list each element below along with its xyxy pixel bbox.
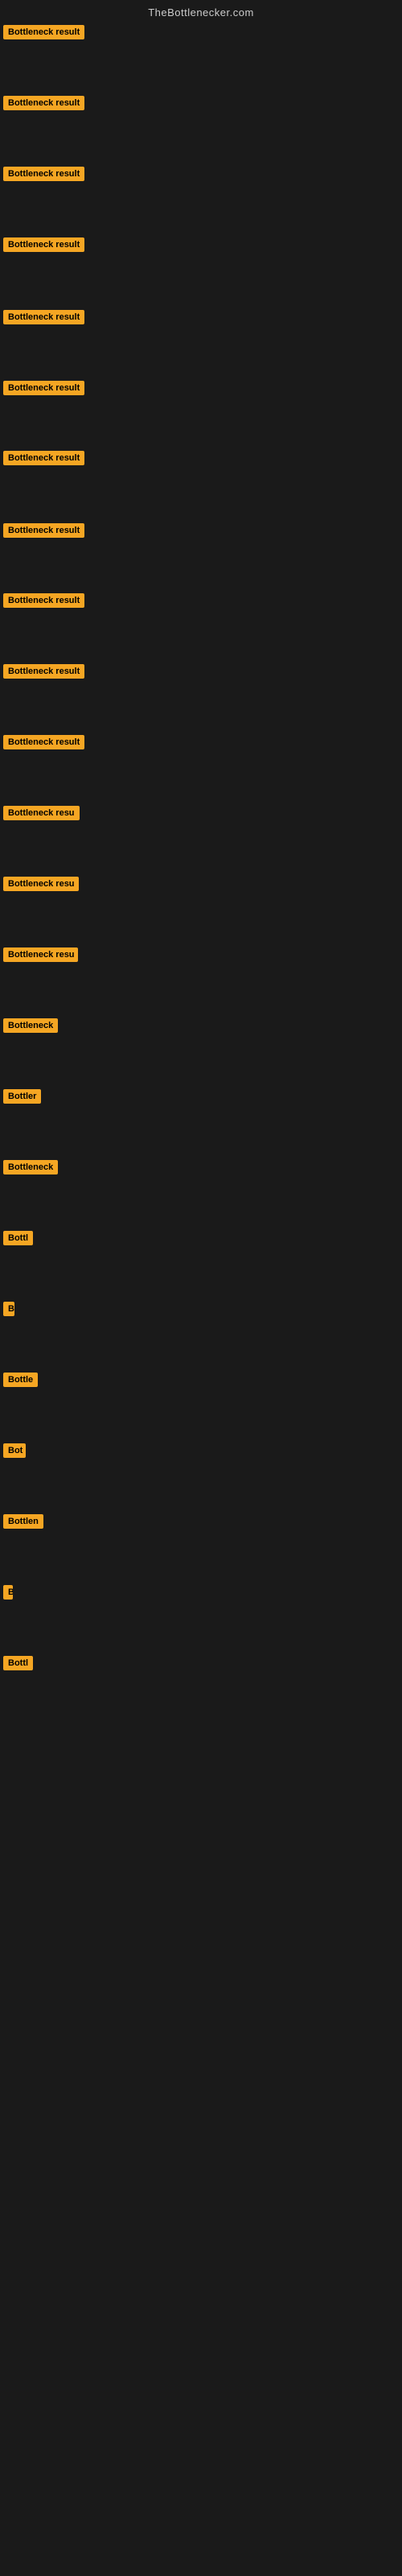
bottleneck-badge-9: Bottleneck result [3,593,84,612]
bottleneck-badge-23: B [3,1585,13,1604]
bottleneck-badge-22: Bottlen [3,1514,43,1533]
bottleneck-badge-18: Bottl [3,1231,33,1249]
site-header: TheBottlenecker.com [0,0,402,25]
bottleneck-badge-12: Bottleneck resu [3,806,80,824]
bottleneck-badge-5: Bottleneck result [3,310,84,328]
site-title: TheBottlenecker.com [0,0,402,25]
bottleneck-badge-13: Bottleneck resu [3,877,79,895]
bottleneck-badge-6: Bottleneck result [3,381,84,399]
badges-container: Bottleneck result Bottleneck result Bottle… [0,25,402,2561]
bottleneck-badge-14: Bottleneck resu [3,947,78,966]
bottleneck-badge-2: Bottleneck result [3,96,84,114]
bottleneck-badge-7: Bottleneck result [3,451,84,469]
bottleneck-badge-1: Bottleneck result [3,25,84,43]
bottleneck-badge-20: Bottle [3,1373,38,1391]
bottleneck-badge-8: Bottleneck result [3,523,84,542]
bottleneck-badge-10: Bottleneck result [3,664,84,683]
bottleneck-badge-16: Bottler [3,1089,41,1108]
bottleneck-badge-15: Bottleneck [3,1018,58,1037]
bottleneck-badge-11: Bottleneck result [3,735,84,753]
bottleneck-badge-24: Bottl [3,1656,33,1674]
bottleneck-badge-19: B [3,1302,14,1320]
bottleneck-badge-21: Bot [3,1443,26,1462]
bottleneck-badge-3: Bottleneck result [3,167,84,185]
bottleneck-badge-17: Bottleneck [3,1160,58,1179]
bottleneck-badge-4: Bottleneck result [3,237,84,256]
